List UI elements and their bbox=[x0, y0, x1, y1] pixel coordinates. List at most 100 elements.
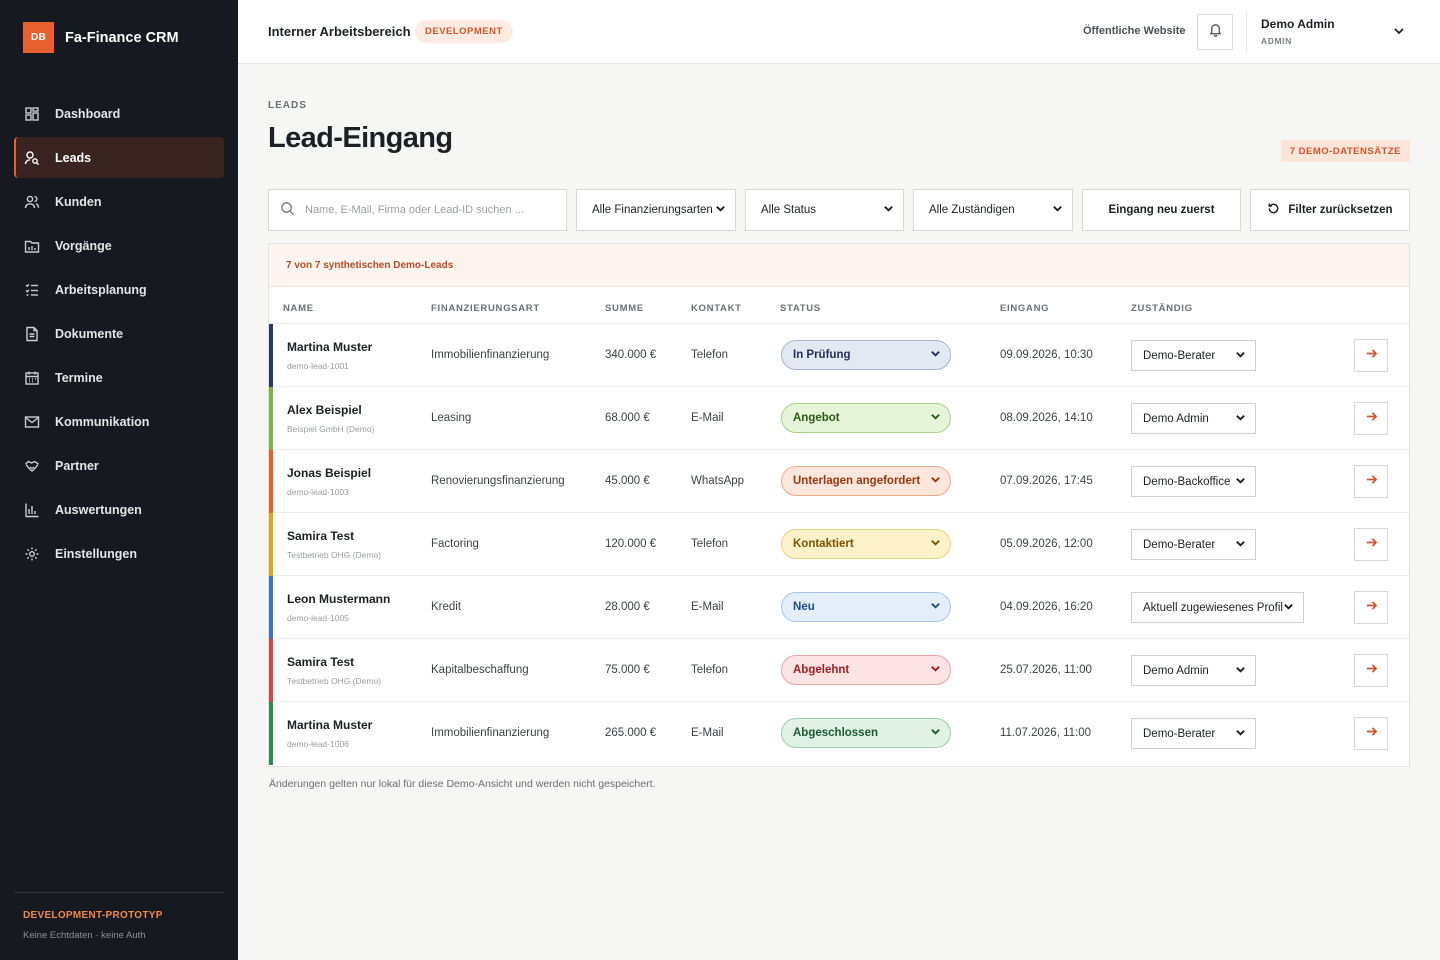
status-select[interactable]: Angebot bbox=[781, 403, 951, 433]
assignee-select[interactable]: Demo Admin bbox=[1131, 655, 1256, 686]
public-website-link[interactable]: Öffentliche Website bbox=[1083, 25, 1185, 37]
open-lead-button[interactable] bbox=[1354, 654, 1388, 687]
arrow-right-icon bbox=[1365, 725, 1378, 743]
leads-table: 7 von 7 synthetischen Demo-Leads NAME FI… bbox=[268, 243, 1410, 767]
arrow-right-icon bbox=[1365, 662, 1378, 680]
sidebar-item-leads[interactable]: Leads bbox=[14, 137, 224, 178]
user-menu[interactable]: Demo Admin ADMIN bbox=[1261, 17, 1335, 46]
sidebar-item-label: Einstellungen bbox=[55, 546, 137, 561]
received-date: 11.07.2026, 11:00 bbox=[1000, 727, 1092, 739]
sidebar-item-termine[interactable]: Termine bbox=[14, 357, 224, 398]
sidebar-item-label: Kunden bbox=[55, 194, 102, 209]
sidebar-item-einstellungen[interactable]: Einstellungen bbox=[14, 533, 224, 574]
status-value: Kontaktiert bbox=[793, 538, 854, 550]
assignee-select[interactable]: Demo-Berater bbox=[1131, 718, 1256, 749]
chevron-down-icon[interactable] bbox=[1392, 24, 1406, 38]
table-row[interactable]: Martina Muster demo-lead-1006 Immobilienfi… bbox=[269, 702, 1409, 765]
reset-filters-button[interactable]: Filter zurücksetzen bbox=[1250, 189, 1410, 231]
sidebar-item-kommunikation[interactable]: Kommunikation bbox=[14, 401, 224, 442]
open-lead-button[interactable] bbox=[1354, 591, 1388, 624]
lead-sum: 340.000 € bbox=[605, 349, 657, 361]
received-date: 08.09.2026, 14:10 bbox=[1000, 412, 1093, 424]
arrow-right-icon bbox=[1365, 536, 1378, 554]
sidebar-nav: Dashboard Leads Kunden Vorgänge Arbeitsplanu… bbox=[14, 93, 224, 577]
column-header-financing-type: FINANZIERUNGSART bbox=[431, 303, 540, 314]
lead-sum: 265.000 € bbox=[605, 727, 657, 739]
assignee-select[interactable]: Demo-Berater bbox=[1131, 340, 1256, 371]
lead-id: Testbetrieb OHG (Demo) bbox=[287, 676, 381, 686]
reset-icon bbox=[1267, 202, 1288, 218]
table-row[interactable]: Alex Beispiel Beispiel GmbH (Demo) Leasing… bbox=[269, 387, 1409, 450]
open-lead-button[interactable] bbox=[1354, 528, 1388, 561]
sidebar: DB Fa-Finance CRM Dashboard Leads Kunden Vo… bbox=[0, 0, 238, 960]
users-icon bbox=[24, 194, 40, 210]
status-color-bar bbox=[269, 702, 273, 765]
contact-channel: E-Mail bbox=[691, 601, 724, 613]
assignee-select[interactable]: Demo-Berater bbox=[1131, 529, 1256, 560]
status-color-bar bbox=[269, 513, 273, 576]
sidebar-item-arbeitsplanung[interactable]: Arbeitsplanung bbox=[14, 269, 224, 310]
sidebar-item-label: Kommunikation bbox=[55, 414, 150, 429]
column-header-received: EINGANG bbox=[1000, 303, 1050, 314]
status-filter-select[interactable]: Alle Status bbox=[745, 189, 904, 231]
lead-id: demo-lead-1006 bbox=[287, 739, 349, 749]
column-header-status: STATUS bbox=[780, 303, 821, 314]
assignee-select[interactable]: Demo Admin bbox=[1131, 403, 1256, 434]
column-header-assignee: ZUSTÄNDIG bbox=[1131, 303, 1193, 314]
brand[interactable]: DB Fa-Finance CRM bbox=[23, 22, 179, 53]
table-row[interactable]: Martina Muster demo-lead-1001 Immobilienfi… bbox=[269, 324, 1409, 387]
sidebar-item-label: Vorgänge bbox=[55, 238, 112, 253]
search-field[interactable] bbox=[268, 189, 567, 231]
sort-button[interactable]: Eingang neu zuerst bbox=[1082, 189, 1241, 231]
open-lead-button[interactable] bbox=[1354, 402, 1388, 435]
sidebar-item-partner[interactable]: Partner bbox=[14, 445, 224, 486]
brand-name: Fa-Finance CRM bbox=[65, 29, 179, 46]
chevron-down-icon bbox=[715, 203, 726, 217]
open-lead-button[interactable] bbox=[1354, 339, 1388, 372]
status-select[interactable]: Abgelehnt bbox=[781, 655, 951, 685]
chevron-down-icon bbox=[930, 663, 941, 677]
status-select[interactable]: In Prüfung bbox=[781, 340, 951, 370]
received-date: 05.09.2026, 12:00 bbox=[1000, 538, 1093, 550]
chevron-down-icon bbox=[1235, 727, 1246, 741]
assignee-select[interactable]: Aktuell zugewiesenes Profil bbox=[1131, 592, 1304, 623]
assignee-select[interactable]: Demo-Backoffice bbox=[1131, 466, 1256, 497]
sidebar-item-vorgaenge[interactable]: Vorgänge bbox=[14, 225, 224, 266]
search-input[interactable] bbox=[305, 204, 545, 216]
financing-type-select[interactable]: Alle Finanzierungsarten bbox=[576, 189, 736, 231]
table-row[interactable]: Leon Mustermann demo-lead-1005 Kredit 28.00… bbox=[269, 576, 1409, 639]
sidebar-item-label: Dashboard bbox=[55, 106, 121, 121]
lead-id: demo-lead-1001 bbox=[287, 361, 349, 371]
open-lead-button[interactable] bbox=[1354, 717, 1388, 750]
received-date: 07.09.2026, 17:45 bbox=[1000, 475, 1093, 487]
status-color-bar bbox=[269, 576, 273, 639]
table-row[interactable]: Samira Test Testbetrieb OHG (Demo) Factori… bbox=[269, 513, 1409, 576]
assignee-filter-select[interactable]: Alle Zuständigen bbox=[913, 189, 1073, 231]
column-header-sum: SUMME bbox=[605, 303, 644, 314]
open-lead-button[interactable] bbox=[1354, 465, 1388, 498]
financing-type: Kapitalbeschaffung bbox=[431, 664, 529, 676]
status-select[interactable]: Abgeschlossen bbox=[781, 718, 951, 748]
status-select[interactable]: Neu bbox=[781, 592, 951, 622]
assignee-value: Demo Admin bbox=[1143, 412, 1209, 425]
list-check-icon bbox=[24, 282, 40, 298]
arrow-right-icon bbox=[1365, 599, 1378, 617]
table-header: NAME FINANZIERUNGSART SUMME KONTAKT STAT… bbox=[269, 287, 1409, 324]
table-body: Martina Muster demo-lead-1001 Immobilienfi… bbox=[269, 324, 1409, 765]
notifications-button[interactable] bbox=[1197, 14, 1233, 50]
sidebar-item-dashboard[interactable]: Dashboard bbox=[14, 93, 224, 134]
sidebar-item-kunden[interactable]: Kunden bbox=[14, 181, 224, 222]
status-select[interactable]: Unterlagen angefordert bbox=[781, 466, 951, 496]
financing-type: Immobilienfinanzierung bbox=[431, 727, 550, 739]
sidebar-item-auswertungen[interactable]: Auswertungen bbox=[14, 489, 224, 530]
status-value: Angebot bbox=[793, 412, 840, 424]
status-color-bar bbox=[269, 639, 273, 702]
table-row[interactable]: Samira Test Testbetrieb OHG (Demo) Kapital… bbox=[269, 639, 1409, 702]
sidebar-item-dokumente[interactable]: Dokumente bbox=[14, 313, 224, 354]
financing-type: Factoring bbox=[431, 538, 479, 550]
status-value: Abgelehnt bbox=[793, 664, 850, 676]
table-row[interactable]: Jonas Beispiel demo-lead-1003 Renovierungs… bbox=[269, 450, 1409, 513]
lead-name: Martina Muster bbox=[287, 718, 373, 732]
status-select[interactable]: Kontaktiert bbox=[781, 529, 951, 559]
status-value: In Prüfung bbox=[793, 349, 851, 361]
